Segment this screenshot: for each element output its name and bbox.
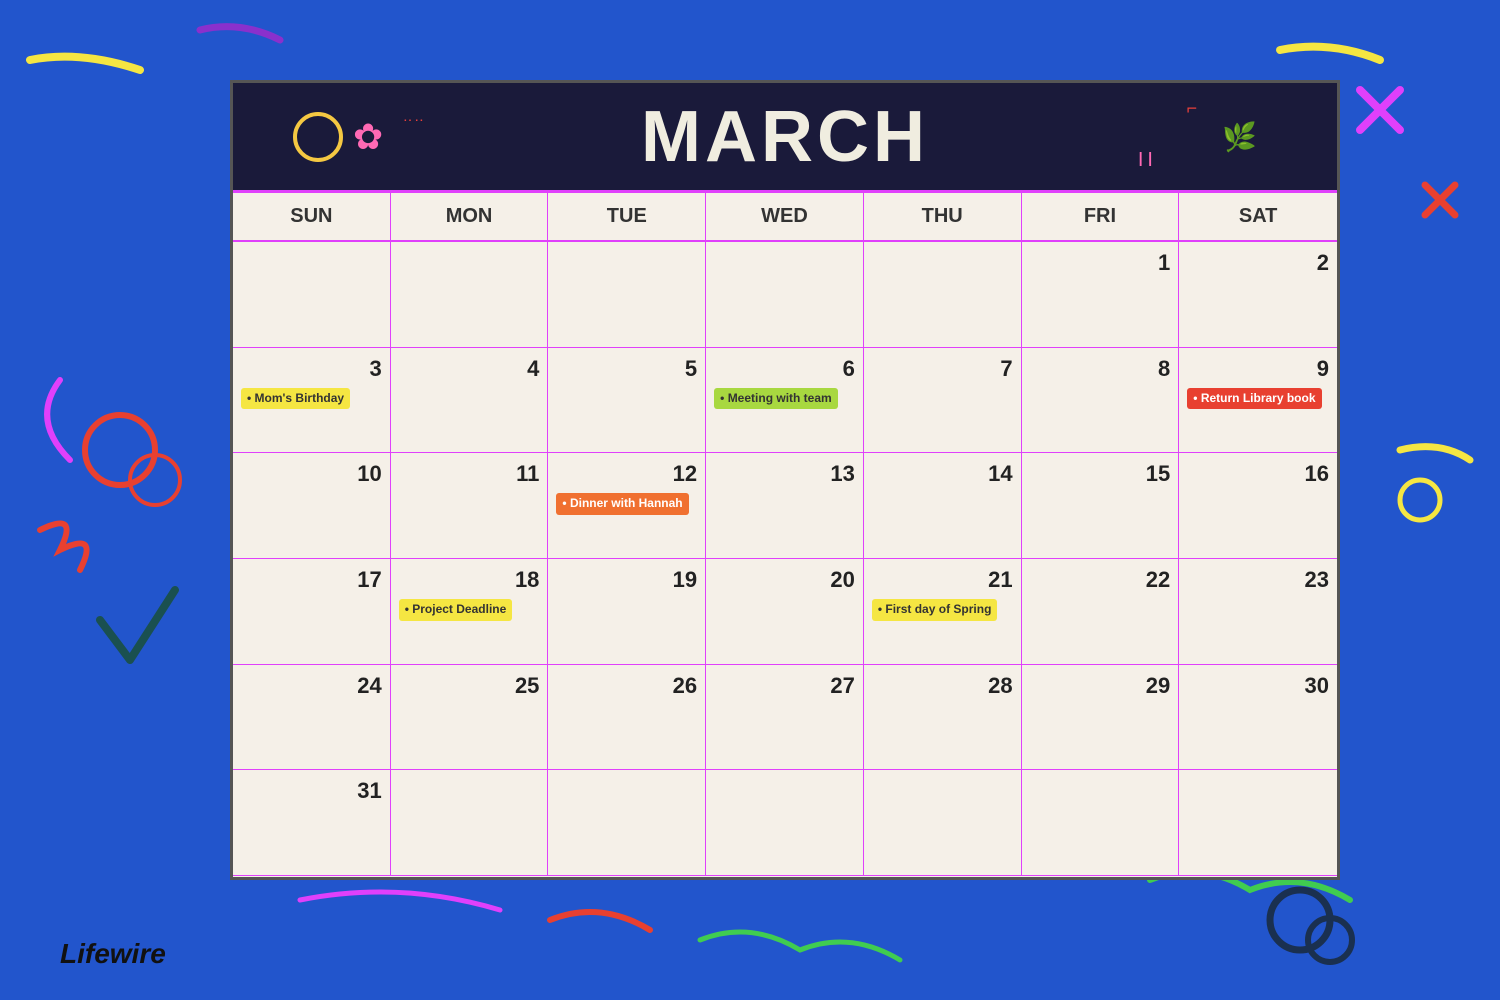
day-number: 28 [872, 673, 1013, 699]
calendar-header: ✿ ‥‥ MARCH II 🌿 ⌐ [233, 83, 1337, 193]
cell-day-10[interactable]: 10 [233, 453, 391, 559]
day-number: 16 [1187, 461, 1329, 487]
cell-day-14[interactable]: 14 [864, 453, 1022, 559]
header-stairs-deco: ⌐ [1186, 98, 1197, 119]
day-thu: THU [864, 193, 1022, 240]
day-number: 4 [399, 356, 540, 382]
cell-day-5[interactable]: 5 [548, 348, 706, 454]
day-number: 5 [556, 356, 697, 382]
cell-empty-2 [391, 242, 549, 348]
day-number: 20 [714, 567, 855, 593]
day-number: 14 [872, 461, 1013, 487]
cell-day-25[interactable]: 25 [391, 665, 549, 771]
event-project-deadline: Project Deadline [399, 599, 513, 621]
cell-day-3[interactable]: 3 Mom's Birthday [233, 348, 391, 454]
cell-day-20[interactable]: 20 [706, 559, 864, 665]
day-tue: TUE [548, 193, 706, 240]
day-number: 2 [1187, 250, 1329, 276]
lifewire-logo: Lifewire [60, 938, 166, 970]
day-number: 19 [556, 567, 697, 593]
calendar: ✿ ‥‥ MARCH II 🌿 ⌐ SUN MON TUE WED THU FR… [230, 80, 1340, 880]
day-number: 17 [241, 567, 382, 593]
day-number: 31 [241, 778, 382, 804]
cell-day-13[interactable]: 13 [706, 453, 864, 559]
day-number: 26 [556, 673, 697, 699]
cell-empty-w6-2 [391, 770, 549, 876]
day-number: 13 [714, 461, 855, 487]
header-dots-left: ‥‥ [403, 108, 426, 125]
event-moms-birthday: Mom's Birthday [241, 388, 350, 410]
event-dinner-with-hannah: Dinner with Hannah [556, 493, 688, 515]
cell-day-16[interactable]: 16 [1179, 453, 1337, 559]
day-number: 18 [399, 567, 540, 593]
cell-day-6[interactable]: 6 Meeting with team [706, 348, 864, 454]
cell-empty-4 [706, 242, 864, 348]
cell-empty-5 [864, 242, 1022, 348]
header-circle-deco [293, 112, 343, 162]
day-number: 22 [1030, 567, 1171, 593]
day-number: 12 [556, 461, 697, 487]
day-number: 21 [872, 567, 1013, 593]
cell-day-2[interactable]: 2 [1179, 242, 1337, 348]
calendar-grid: 1 2 3 Mom's Birthday 4 5 6 Meeting with … [233, 242, 1337, 876]
cell-day-28[interactable]: 28 [864, 665, 1022, 771]
cell-day-11[interactable]: 11 [391, 453, 549, 559]
header-flower-deco: ✿ [353, 116, 383, 158]
cell-day-22[interactable]: 22 [1022, 559, 1180, 665]
header-tree-deco: 🌿 [1222, 120, 1257, 153]
cell-day-17[interactable]: 17 [233, 559, 391, 665]
cell-empty-w6-7 [1179, 770, 1337, 876]
cell-day-23[interactable]: 23 [1179, 559, 1337, 665]
day-number: 24 [241, 673, 382, 699]
cell-day-7[interactable]: 7 [864, 348, 1022, 454]
day-sun: SUN [233, 193, 391, 240]
event-meeting-with-team: Meeting with team [714, 388, 838, 410]
day-number: 6 [714, 356, 855, 382]
cell-day-12[interactable]: 12 Dinner with Hannah [548, 453, 706, 559]
cell-empty-3 [548, 242, 706, 348]
cell-day-18[interactable]: 18 Project Deadline [391, 559, 549, 665]
cell-day-9[interactable]: 9 Return Library book [1179, 348, 1337, 454]
cell-day-15[interactable]: 15 [1022, 453, 1180, 559]
cell-empty-w6-6 [1022, 770, 1180, 876]
cell-day-1[interactable]: 1 [1022, 242, 1180, 348]
header-dots-right: II [1138, 149, 1157, 172]
day-number: 29 [1030, 673, 1171, 699]
day-number: 9 [1187, 356, 1329, 382]
cell-day-19[interactable]: 19 [548, 559, 706, 665]
day-number: 25 [399, 673, 540, 699]
cell-empty-1 [233, 242, 391, 348]
event-first-day-of-spring: First day of Spring [872, 599, 998, 621]
event-return-library-book: Return Library book [1187, 388, 1321, 410]
cell-day-24[interactable]: 24 [233, 665, 391, 771]
cell-day-4[interactable]: 4 [391, 348, 549, 454]
cell-day-26[interactable]: 26 [548, 665, 706, 771]
cell-empty-w6-5 [864, 770, 1022, 876]
days-of-week-header: SUN MON TUE WED THU FRI SAT [233, 193, 1337, 242]
day-number: 10 [241, 461, 382, 487]
calendar-title: MARCH [641, 96, 929, 178]
day-number: 8 [1030, 356, 1171, 382]
day-number: 7 [872, 356, 1013, 382]
day-number: 30 [1187, 673, 1329, 699]
cell-day-29[interactable]: 29 [1022, 665, 1180, 771]
cell-empty-w6-3 [548, 770, 706, 876]
day-sat: SAT [1179, 193, 1337, 240]
cell-day-27[interactable]: 27 [706, 665, 864, 771]
cell-day-8[interactable]: 8 [1022, 348, 1180, 454]
cell-day-30[interactable]: 30 [1179, 665, 1337, 771]
day-wed: WED [706, 193, 864, 240]
day-number: 15 [1030, 461, 1171, 487]
cell-day-21[interactable]: 21 First day of Spring [864, 559, 1022, 665]
day-mon: MON [391, 193, 549, 240]
cell-day-31[interactable]: 31 [233, 770, 391, 876]
day-number: 27 [714, 673, 855, 699]
day-fri: FRI [1022, 193, 1180, 240]
day-number: 23 [1187, 567, 1329, 593]
day-number: 1 [1030, 250, 1171, 276]
cell-empty-w6-4 [706, 770, 864, 876]
day-number: 3 [241, 356, 382, 382]
day-number: 11 [399, 461, 540, 487]
